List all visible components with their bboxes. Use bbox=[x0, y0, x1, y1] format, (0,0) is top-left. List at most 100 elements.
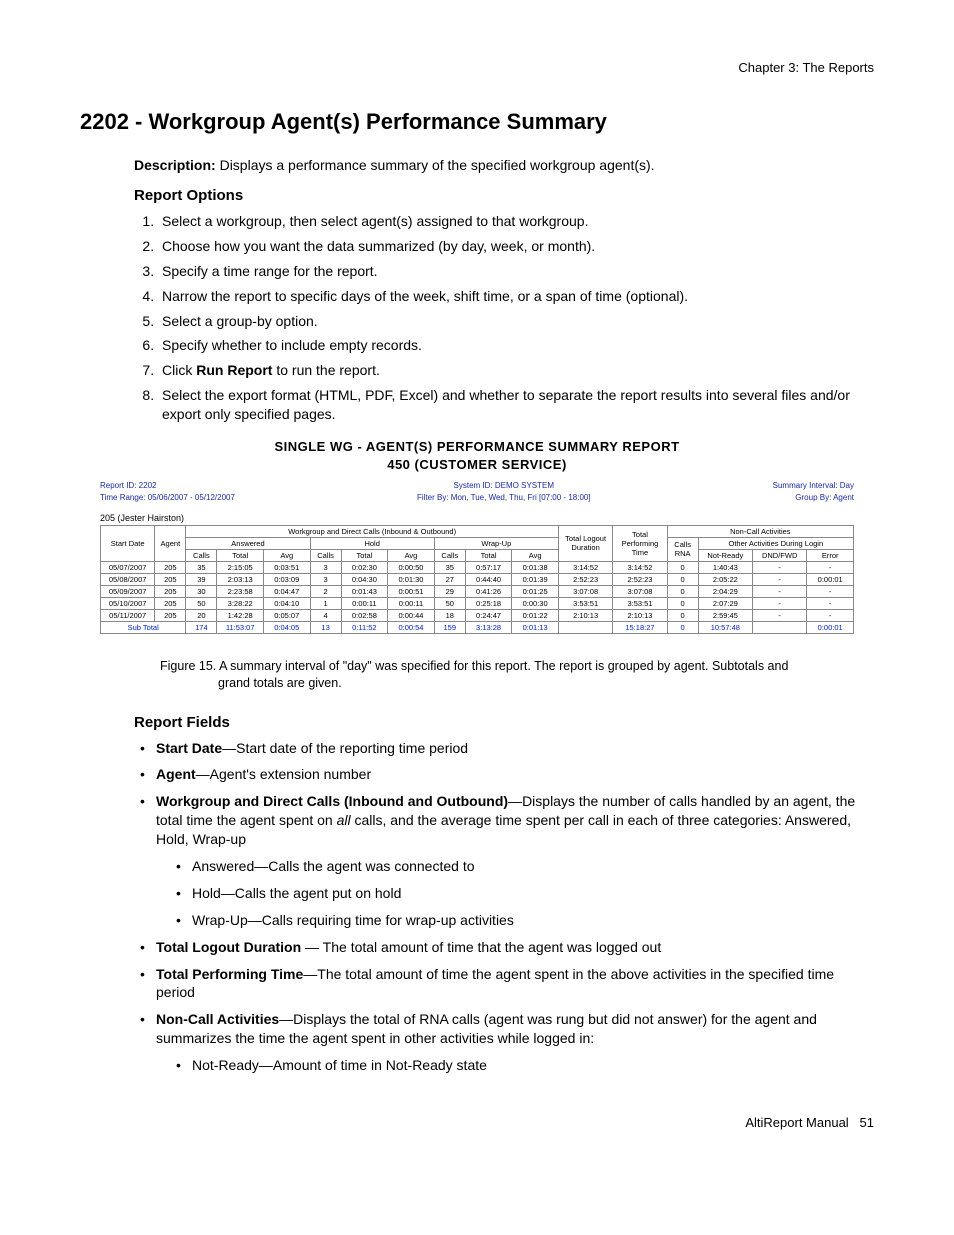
field-name: Workgroup and Direct Calls (Inbound and … bbox=[156, 793, 508, 809]
th: Calls bbox=[310, 549, 341, 561]
th: Avg bbox=[512, 549, 559, 561]
table-cell: 0:03:51 bbox=[263, 561, 310, 573]
table-cell: 0:24:47 bbox=[465, 609, 512, 621]
report-fields-list: Start Date—Start date of the reporting t… bbox=[134, 739, 874, 1075]
table-cell: 0 bbox=[667, 573, 698, 585]
th-logout: Total Logout Duration bbox=[558, 525, 612, 561]
table-cell: 2:10:13 bbox=[613, 609, 667, 621]
table-cell: 3:53:51 bbox=[558, 597, 612, 609]
th-rna: Calls RNA bbox=[667, 537, 698, 561]
th: DND/FWD bbox=[753, 549, 807, 561]
page-title: 2202 - Workgroup Agent(s) Performance Su… bbox=[80, 109, 874, 135]
table-cell: 0:00:01 bbox=[807, 621, 854, 633]
list-item: Select the export format (HTML, PDF, Exc… bbox=[158, 386, 874, 424]
report-interval: Summary Interval: Day bbox=[773, 480, 854, 491]
report-system: System ID: DEMO SYSTEM bbox=[417, 480, 591, 491]
table-cell: 0:00:01 bbox=[807, 573, 854, 585]
table-cell: 35 bbox=[434, 561, 465, 573]
table-cell: 0:00:51 bbox=[388, 585, 435, 597]
field-text: —Start date of the reporting time period bbox=[222, 740, 468, 756]
table-cell: 50 bbox=[186, 597, 217, 609]
table-cell: 2 bbox=[310, 585, 341, 597]
table-cell: 10:57:48 bbox=[698, 621, 752, 633]
table-cell: 05/08/2007 bbox=[101, 573, 155, 585]
table-cell: 2:04:29 bbox=[698, 585, 752, 597]
th-wrapup: Wrap-Up bbox=[434, 537, 558, 549]
list-item: Wrap-Up—Calls requiring time for wrap-up… bbox=[192, 911, 874, 930]
report-options-list: Select a workgroup, then select agent(s)… bbox=[134, 212, 874, 424]
table-cell: 3:14:52 bbox=[613, 561, 667, 573]
table-cell: 3 bbox=[310, 561, 341, 573]
list-item: Hold—Calls the agent put on hold bbox=[192, 884, 874, 903]
th-startdate: Start Date bbox=[101, 525, 155, 561]
table-cell: 3:28:22 bbox=[217, 597, 264, 609]
table-cell: 50 bbox=[434, 597, 465, 609]
list-item: Select a workgroup, then select agent(s)… bbox=[158, 212, 874, 231]
th: Total bbox=[217, 549, 264, 561]
table-cell: 0 bbox=[667, 609, 698, 621]
table-cell: 1:42:28 bbox=[217, 609, 264, 621]
table-cell: 0:00:44 bbox=[388, 609, 435, 621]
list-item: Total Logout Duration — The total amount… bbox=[156, 938, 874, 957]
table-cell: 0:41:26 bbox=[465, 585, 512, 597]
th-agent: Agent bbox=[155, 525, 186, 561]
table-cell bbox=[753, 621, 807, 633]
table-cell: 35 bbox=[186, 561, 217, 573]
report-preview: SINGLE WG - AGENT(S) PERFORMANCE SUMMARY… bbox=[100, 438, 854, 634]
report-table: Start Date Agent Workgroup and Direct Ca… bbox=[100, 525, 854, 634]
table-cell: 205 bbox=[155, 573, 186, 585]
field-name: Total Logout Duration bbox=[156, 939, 301, 955]
table-cell: 0:01:30 bbox=[388, 573, 435, 585]
th-perf: Total Performing Time bbox=[613, 525, 667, 561]
field-text: —Agent's extension number bbox=[196, 766, 371, 782]
list-item: Click Run Report to run the report. bbox=[158, 361, 874, 380]
table-cell: 0 bbox=[667, 597, 698, 609]
table-cell: 0:25:18 bbox=[465, 597, 512, 609]
field-name: Start Date bbox=[156, 740, 222, 756]
table-cell: 05/10/2007 bbox=[101, 597, 155, 609]
th: Avg bbox=[263, 549, 310, 561]
table-cell: 0:00:11 bbox=[341, 597, 388, 609]
table-cell: 0:03:09 bbox=[263, 573, 310, 585]
th: Total bbox=[341, 549, 388, 561]
th-answered: Answered bbox=[186, 537, 310, 549]
table-cell: 3 bbox=[310, 573, 341, 585]
table-cell: 0 bbox=[667, 561, 698, 573]
list-item: Answered—Calls the agent was connected t… bbox=[192, 857, 874, 876]
field-name: Agent bbox=[156, 766, 196, 782]
table-cell: 0:01:25 bbox=[512, 585, 559, 597]
field-name: Total Performing Time bbox=[156, 966, 303, 982]
table-cell bbox=[558, 621, 612, 633]
table-cell: 2:23:58 bbox=[217, 585, 264, 597]
table-cell: 0:57:17 bbox=[465, 561, 512, 573]
table-cell: - bbox=[753, 561, 807, 573]
table-cell: 159 bbox=[434, 621, 465, 633]
list-item: Start Date—Start date of the reporting t… bbox=[156, 739, 874, 758]
table-cell: 0:04:47 bbox=[263, 585, 310, 597]
table-cell: 174 bbox=[186, 621, 217, 633]
th: Avg bbox=[388, 549, 435, 561]
table-cell: 3:13:28 bbox=[465, 621, 512, 633]
table-cell: 30 bbox=[186, 585, 217, 597]
table-cell: 0:01:13 bbox=[512, 621, 559, 633]
table-cell: - bbox=[807, 597, 854, 609]
list-item: Not-Ready—Amount of time in Not-Ready st… bbox=[192, 1056, 874, 1075]
table-cell: 11:53:07 bbox=[217, 621, 264, 633]
table-cell: 0:00:50 bbox=[388, 561, 435, 573]
table-cell: 27 bbox=[434, 573, 465, 585]
table-cell: - bbox=[807, 609, 854, 621]
table-row: 05/11/2007205201:42:280:05:0740:02:580:0… bbox=[101, 609, 854, 621]
table-cell: 2:03:13 bbox=[217, 573, 264, 585]
list-item: Choose how you want the data summarized … bbox=[158, 237, 874, 256]
list-item: Specify whether to include empty records… bbox=[158, 336, 874, 355]
table-cell: 2:52:23 bbox=[613, 573, 667, 585]
list-item: Specify a time range for the report. bbox=[158, 262, 874, 281]
table-cell: 05/11/2007 bbox=[101, 609, 155, 621]
emphasis: all bbox=[337, 812, 351, 828]
report-timerange: Time Range: 05/06/2007 - 05/12/2007 bbox=[100, 492, 235, 503]
list-item: Narrow the report to specific days of th… bbox=[158, 287, 874, 306]
table-cell: - bbox=[807, 585, 854, 597]
list-item: Non-Call Activities—Displays the total o… bbox=[156, 1010, 874, 1075]
table-cell: 3:07:08 bbox=[558, 585, 612, 597]
description-label: Description: bbox=[134, 157, 216, 173]
